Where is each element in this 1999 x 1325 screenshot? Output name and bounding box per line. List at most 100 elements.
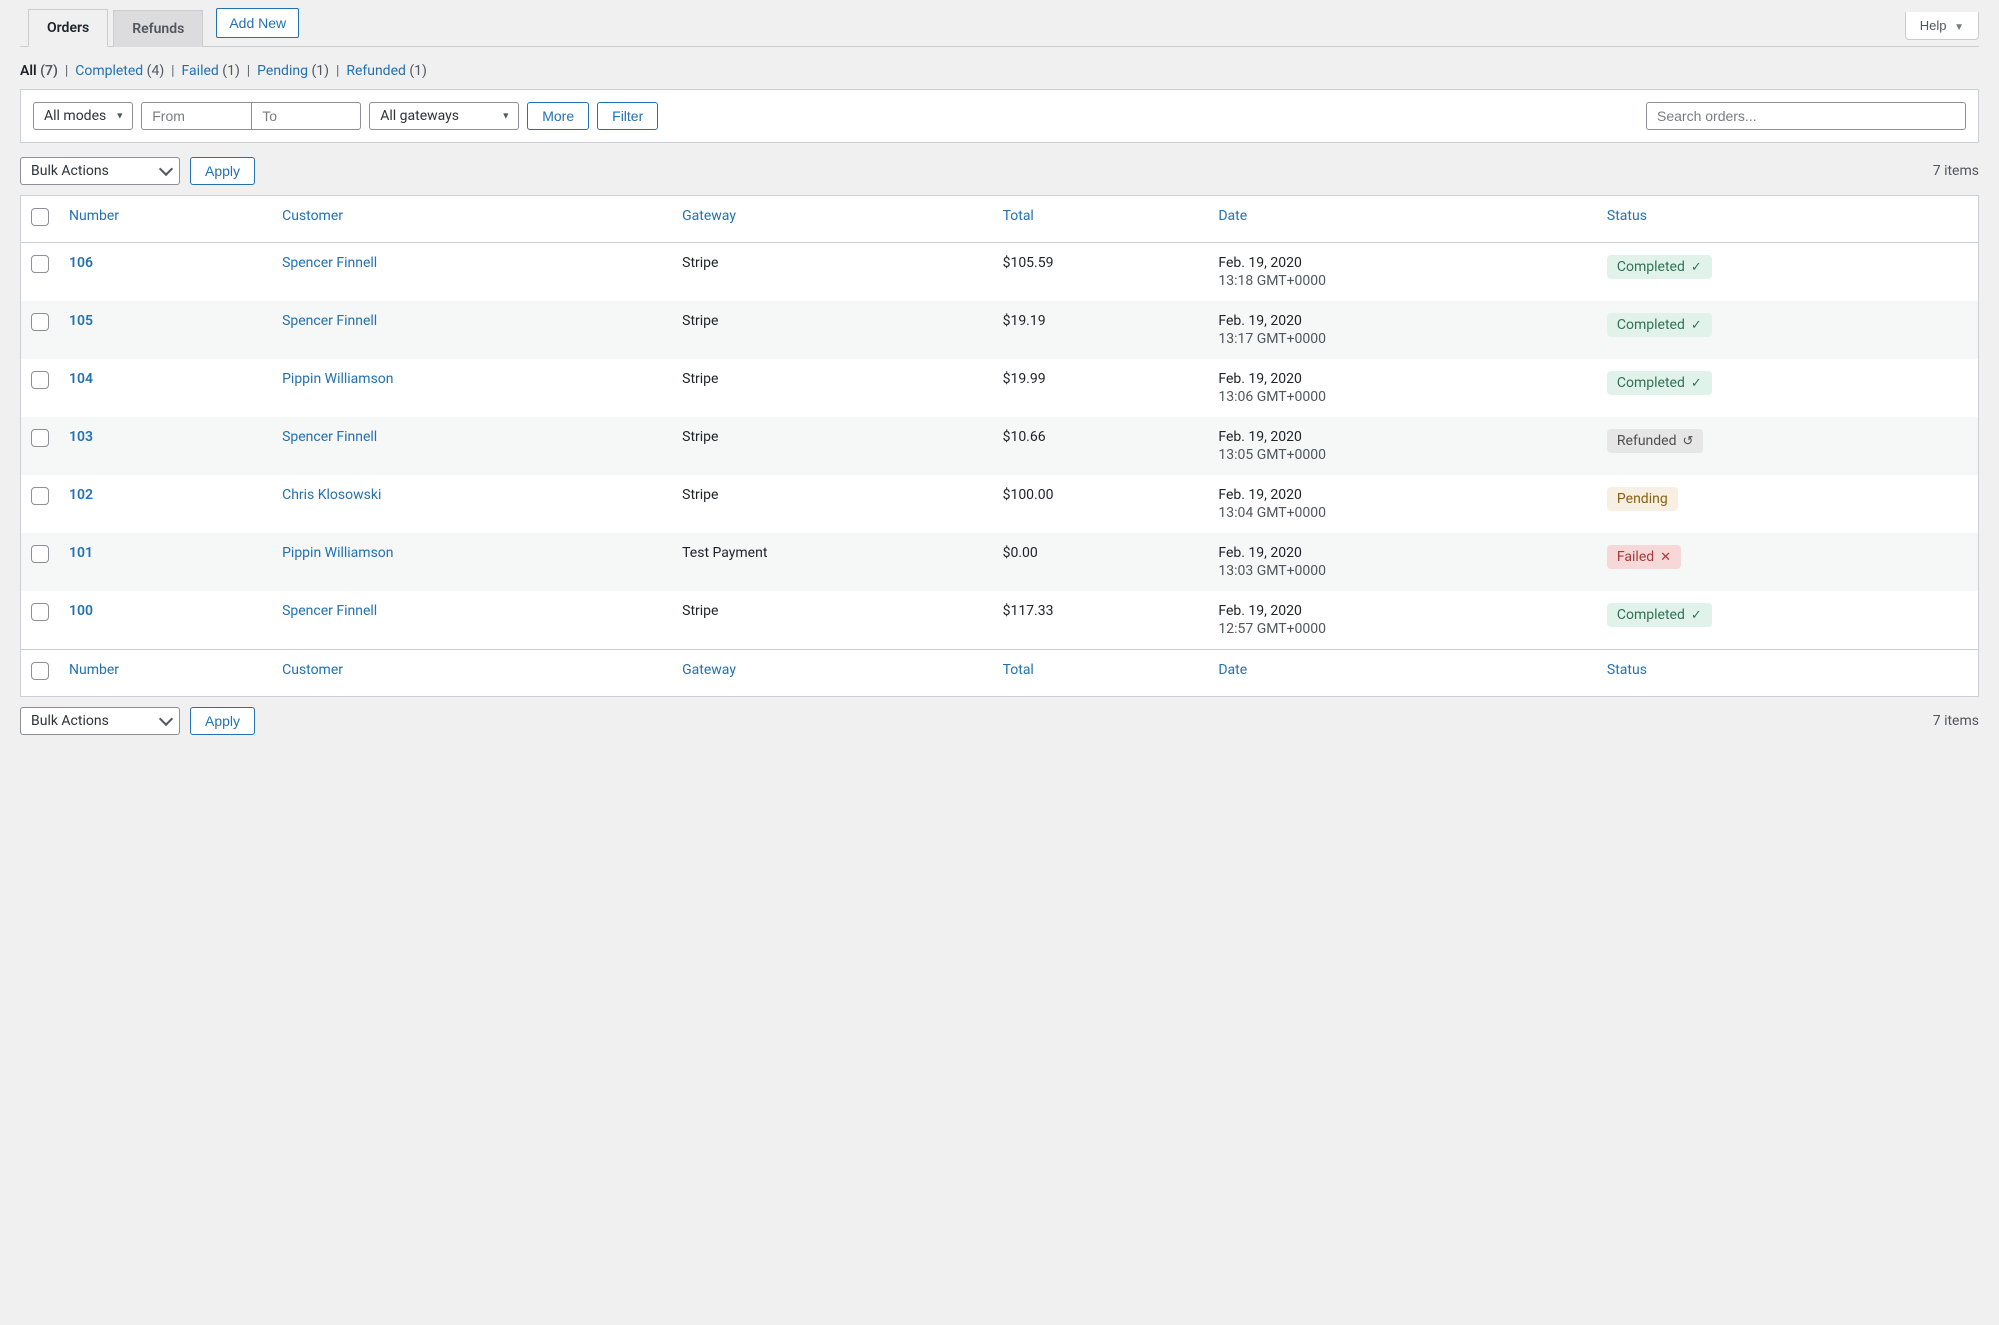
row-checkbox[interactable]: [31, 487, 49, 505]
status-icon: ✓: [1691, 318, 1702, 333]
customer-link[interactable]: Chris Klosowski: [282, 487, 381, 503]
date-from-input[interactable]: [141, 102, 251, 130]
gateway-cell: Stripe: [672, 417, 992, 475]
col-gateway-foot[interactable]: Gateway: [682, 662, 736, 678]
total-cell: $10.66: [993, 417, 1209, 475]
col-status-foot[interactable]: Status: [1607, 662, 1647, 678]
date-cell: Feb. 19, 202013:05 GMT+0000: [1208, 417, 1597, 475]
filter-failed[interactable]: Failed (1): [182, 63, 244, 79]
order-number-link[interactable]: 105: [69, 313, 93, 329]
date-cell: Feb. 19, 202012:57 GMT+0000: [1208, 591, 1597, 650]
customer-link[interactable]: Pippin Williamson: [282, 545, 393, 561]
status-icon: ✓: [1691, 608, 1702, 623]
date-to-input[interactable]: [251, 102, 361, 130]
status-icon: ✕: [1660, 550, 1671, 565]
select-all-checkbox-top[interactable]: [31, 208, 49, 226]
status-badge: Pending: [1607, 487, 1678, 511]
status-badge: Failed ✕: [1607, 545, 1681, 569]
total-cell: $0.00: [993, 533, 1209, 591]
filter-refunded[interactable]: Refunded (1): [346, 63, 427, 79]
help-button[interactable]: Help ▼: [1905, 12, 1979, 40]
gateway-cell: Stripe: [672, 243, 992, 302]
status-badge: Completed ✓: [1607, 255, 1712, 279]
filter-pending[interactable]: Pending (1): [257, 63, 332, 79]
gateways-select[interactable]: All gateways: [369, 102, 519, 130]
status-badge: Completed ✓: [1607, 603, 1712, 627]
customer-link[interactable]: Spencer Finnell: [282, 255, 377, 271]
col-total-foot[interactable]: Total: [1003, 662, 1034, 678]
search-input[interactable]: [1646, 102, 1966, 130]
date-cell: Feb. 19, 202013:03 GMT+0000: [1208, 533, 1597, 591]
order-number-link[interactable]: 103: [69, 429, 93, 445]
customer-link[interactable]: Spencer Finnell: [282, 603, 377, 619]
status-badge: Refunded ↺: [1607, 429, 1704, 453]
filter-toolbar: All modes All gateways More Filter: [20, 89, 1979, 143]
gateway-cell: Stripe: [672, 591, 992, 650]
modes-select[interactable]: All modes: [33, 102, 133, 130]
table-row: 101 Pippin Williamson Test Payment $0.00…: [21, 533, 1979, 591]
bulk-actions-select-bottom[interactable]: Bulk Actions: [20, 707, 180, 735]
add-new-button[interactable]: Add New: [216, 8, 299, 38]
date-cell: Feb. 19, 202013:04 GMT+0000: [1208, 475, 1597, 533]
status-filter-links: All (7) | Completed (4) | Failed (1) | P…: [20, 63, 1979, 79]
order-number-link[interactable]: 102: [69, 487, 93, 503]
total-cell: $19.19: [993, 301, 1209, 359]
customer-link[interactable]: Spencer Finnell: [282, 313, 377, 329]
date-cell: Feb. 19, 202013:18 GMT+0000: [1208, 243, 1597, 302]
filter-button[interactable]: Filter: [597, 102, 658, 130]
gateway-cell: Stripe: [672, 475, 992, 533]
date-cell: Feb. 19, 202013:17 GMT+0000: [1208, 301, 1597, 359]
help-label: Help: [1920, 18, 1947, 33]
caret-down-icon: ▼: [1954, 22, 1964, 33]
row-checkbox[interactable]: [31, 429, 49, 447]
customer-link[interactable]: Spencer Finnell: [282, 429, 377, 445]
row-checkbox[interactable]: [31, 545, 49, 563]
tab-refunds[interactable]: Refunds: [113, 10, 203, 47]
col-status[interactable]: Status: [1607, 208, 1647, 224]
order-number-link[interactable]: 100: [69, 603, 93, 619]
col-date-foot[interactable]: Date: [1218, 662, 1247, 678]
tab-orders[interactable]: Orders: [28, 9, 108, 47]
total-cell: $117.33: [993, 591, 1209, 650]
row-checkbox[interactable]: [31, 313, 49, 331]
status-icon: ✓: [1691, 376, 1702, 391]
col-number-foot[interactable]: Number: [69, 662, 119, 678]
filter-all[interactable]: All (7): [20, 63, 61, 79]
table-row: 104 Pippin Williamson Stripe $19.99 Feb.…: [21, 359, 1979, 417]
filter-completed[interactable]: Completed (4): [75, 63, 167, 79]
apply-button-bottom[interactable]: Apply: [190, 707, 255, 735]
gateway-cell: Stripe: [672, 359, 992, 417]
status-icon: ✓: [1691, 260, 1702, 275]
more-button[interactable]: More: [527, 102, 589, 130]
total-cell: $100.00: [993, 475, 1209, 533]
table-row: 100 Spencer Finnell Stripe $117.33 Feb. …: [21, 591, 1979, 650]
col-gateway[interactable]: Gateway: [682, 208, 736, 224]
gateway-cell: Test Payment: [672, 533, 992, 591]
col-customer-foot[interactable]: Customer: [282, 662, 343, 678]
table-row: 103 Spencer Finnell Stripe $10.66 Feb. 1…: [21, 417, 1979, 475]
col-total[interactable]: Total: [1003, 208, 1034, 224]
row-checkbox[interactable]: [31, 371, 49, 389]
bulk-actions-select-top[interactable]: Bulk Actions: [20, 157, 180, 185]
total-cell: $105.59: [993, 243, 1209, 302]
status-icon: ↺: [1683, 434, 1694, 449]
item-count-top: 7 items: [1933, 163, 1979, 179]
status-badge: Completed ✓: [1607, 371, 1712, 395]
customer-link[interactable]: Pippin Williamson: [282, 371, 393, 387]
apply-button-top[interactable]: Apply: [190, 157, 255, 185]
row-checkbox[interactable]: [31, 255, 49, 273]
order-number-link[interactable]: 106: [69, 255, 93, 271]
order-number-link[interactable]: 101: [69, 545, 93, 561]
item-count-bottom: 7 items: [1933, 713, 1979, 729]
orders-table: Number Customer Gateway Total Date Statu…: [20, 195, 1979, 697]
status-badge: Completed ✓: [1607, 313, 1712, 337]
gateway-cell: Stripe: [672, 301, 992, 359]
total-cell: $19.99: [993, 359, 1209, 417]
select-all-checkbox-bottom[interactable]: [31, 662, 49, 680]
order-number-link[interactable]: 104: [69, 371, 93, 387]
col-customer[interactable]: Customer: [282, 208, 343, 224]
col-date[interactable]: Date: [1218, 208, 1247, 224]
row-checkbox[interactable]: [31, 603, 49, 621]
col-number[interactable]: Number: [69, 208, 119, 224]
table-row: 105 Spencer Finnell Stripe $19.19 Feb. 1…: [21, 301, 1979, 359]
